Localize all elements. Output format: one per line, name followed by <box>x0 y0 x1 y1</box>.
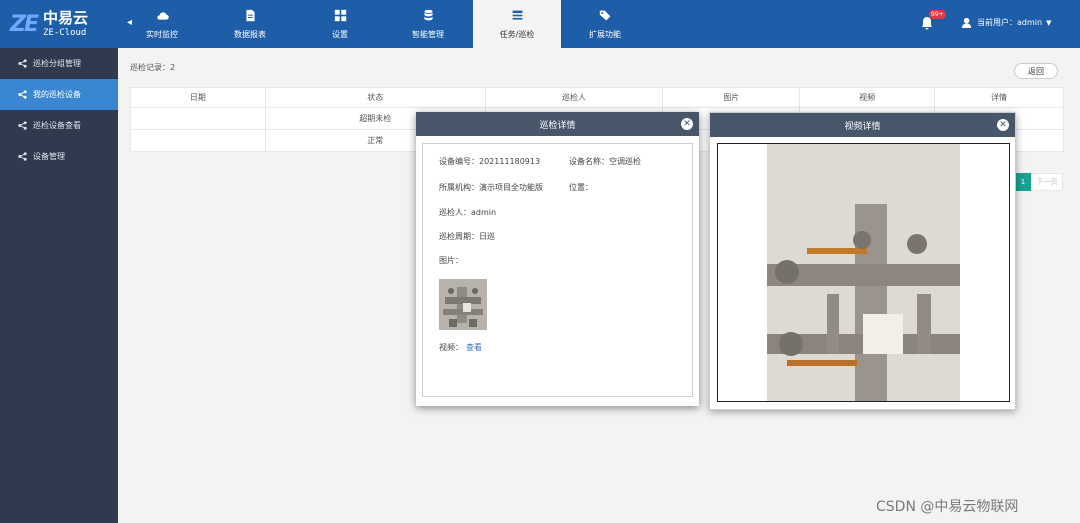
tab-label: 智能管理 <box>412 29 444 39</box>
col-image: 图片 <box>662 87 801 108</box>
col-inspector: 巡检人 <box>484 87 664 108</box>
sidebar-item-inspection-group[interactable]: 巡检分组管理 <box>0 48 118 79</box>
user-icon <box>962 17 972 28</box>
watermark: CSDN @中易云物联网 <box>876 499 1019 515</box>
col-detail: 详情 <box>934 87 1064 108</box>
tab-realtime-monitor[interactable]: 实时监控 <box>118 0 206 48</box>
dialog-body: 设备编号：20211118091​3 设备名称：空调巡检 所属机构：演示项目全功… <box>422 143 693 397</box>
valve-photo <box>439 279 487 330</box>
grid-icon <box>334 9 346 21</box>
tab-label: 设置 <box>332 29 348 39</box>
database-icon <box>423 9 433 20</box>
sidebar-item-label: 巡检设备查看 <box>33 121 81 130</box>
col-status: 状态 <box>264 87 486 108</box>
view-video-link[interactable]: 查看 <box>466 342 482 353</box>
tab-data-report[interactable]: 数据报表 <box>206 0 294 48</box>
top-bar: ZE 中易云 ZE-Cloud ◂ 实时监控 数据报表 设置 智能管理 任务/巡… <box>0 0 1080 48</box>
user-label: 当前用户：admin <box>977 18 1043 27</box>
sidebar-item-label: 我的巡检设备 <box>33 90 81 99</box>
share-icon <box>18 121 27 130</box>
notification-badge: 99+ <box>929 10 946 19</box>
sidebar-item-label: 巡检分组管理 <box>33 59 81 68</box>
sidebar-item-label: 设备管理 <box>33 152 65 161</box>
sidebar-item-device-management[interactable]: 设备管理 <box>0 141 118 172</box>
dialog-header: 巡检详情 ✕ <box>416 112 699 136</box>
sidebar: 巡检分组管理 我的巡检设备 巡检设备查看 设备管理 <box>0 48 118 523</box>
col-date: 日期 <box>130 87 266 108</box>
pagination: 1 下一页 <box>1015 173 1063 191</box>
dialog-header: 视频详情 ✕ <box>710 113 1015 137</box>
video-detail-dialog: 视频详情 ✕ <box>709 112 1016 410</box>
sidebar-item-device-view[interactable]: 巡检设备查看 <box>0 110 118 141</box>
close-icon[interactable]: ✕ <box>681 118 693 130</box>
video-player[interactable] <box>767 144 960 401</box>
logo: ZE 中易云 ZE-Cloud <box>0 0 118 48</box>
tab-label: 数据报表 <box>234 29 266 39</box>
dialog-title: 视频详情 <box>844 121 881 132</box>
device-number: 设备编号：20211118091​3 <box>439 157 541 166</box>
share-icon <box>18 90 27 99</box>
close-icon[interactable]: ✕ <box>997 119 1009 131</box>
organization: 所属机构：演示项目全功能版 <box>439 183 543 192</box>
video-label: 视频： <box>439 343 463 352</box>
logo-name-cn: 中易云 <box>42 8 88 27</box>
inspection-cycle: 巡检周期：日巡 <box>439 232 495 241</box>
tags-icon <box>599 10 610 20</box>
record-count: 巡检记录：2 <box>130 63 176 72</box>
page-next-button[interactable]: 下一页 <box>1031 173 1063 191</box>
location: 位置： <box>569 183 593 192</box>
share-icon <box>18 152 27 161</box>
video-frame <box>717 143 1010 402</box>
table-header-row: 日期 状态 巡检人 图片 视频 详情 <box>130 87 1064 108</box>
tab-label: 任务/巡检 <box>499 29 535 39</box>
list-icon <box>512 10 522 20</box>
sidebar-item-my-devices[interactable]: 我的巡检设备 <box>0 79 118 110</box>
dialog-title: 巡检详情 <box>539 120 576 131</box>
col-video: 视频 <box>799 87 936 108</box>
cloud-icon <box>156 11 169 20</box>
valve-video-frame <box>767 144 960 401</box>
inspection-detail-dialog: 巡检详情 ✕ 设备编号：20211118091​3 设备名称：空调巡检 所属机构… <box>416 112 699 406</box>
inspection-photo-thumbnail[interactable] <box>439 279 487 330</box>
logo-name-en: ZE-Cloud <box>42 27 87 38</box>
device-name: 设备名称：空调巡检 <box>569 157 641 166</box>
image-label: 图片： <box>439 256 463 265</box>
tab-smart-management[interactable]: 智能管理 <box>384 0 472 48</box>
tab-extensions[interactable]: 扩展功能 <box>561 0 649 48</box>
tab-label: 实时监控 <box>146 29 178 39</box>
document-icon <box>245 9 255 21</box>
inspector: 巡检人：admin <box>439 208 497 217</box>
chevron-down-icon: ▼ <box>1046 18 1052 27</box>
tab-settings[interactable]: 设置 <box>296 0 384 48</box>
page-current[interactable]: 1 <box>1015 173 1031 191</box>
share-icon <box>18 59 27 68</box>
tab-label: 扩展功能 <box>589 29 621 39</box>
user-menu[interactable]: 当前用户：admin ▼ <box>962 17 1051 28</box>
back-button[interactable]: 返回 <box>1014 63 1058 79</box>
tab-task-inspection[interactable]: 任务/巡检 <box>473 0 561 48</box>
logo-mark-icon: ZE <box>10 11 39 37</box>
